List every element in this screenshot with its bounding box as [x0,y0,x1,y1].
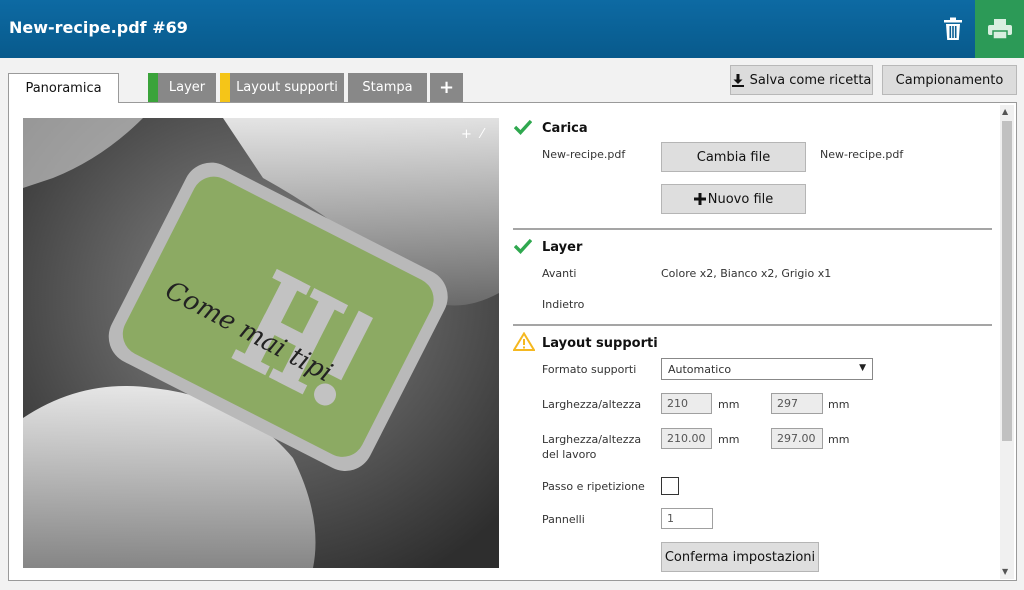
save-recipe-button[interactable]: Salva come ricetta [730,65,873,95]
front-value: Colore x2, Bianco x2, Grigio x1 [661,267,832,280]
tab-stampa[interactable]: Stampa [348,73,427,102]
step-repeat-checkbox[interactable] [661,477,679,495]
tab-status-stripe [148,73,158,102]
format-label: Formato supporti [542,363,637,376]
panels-field[interactable]: 1 [661,508,713,529]
job-preview[interactable]: Come mai tipi + ⁄ [23,118,499,568]
job-height-field[interactable]: 297.00 [771,428,823,449]
save-recipe-label: Salva come ricetta [749,72,872,88]
sampling-label: Campionamento [895,72,1004,88]
loaded-file-label: New-recipe.pdf [542,148,626,161]
window-title: New-recipe.pdf #69 [9,18,188,37]
tab-panoramica[interactable]: Panoramica [8,73,119,103]
layout-heading: Layout supporti [542,336,658,351]
front-label: Avanti [542,267,577,280]
printer-icon [987,19,1012,40]
trash-icon [943,17,962,40]
svg-text:+: + [461,127,472,142]
tab-status-stripe [220,73,230,102]
new-file-button[interactable]: Nuovo file [661,184,806,214]
add-tab-button[interactable]: + [430,73,463,102]
step-repeat-label: Passo e ripetizione [542,480,645,493]
delete-button[interactable] [930,0,975,58]
preview-image: Come mai tipi + ⁄ [23,118,499,568]
tab-label: Panoramica [25,81,102,96]
job-width-unit: mm [718,433,740,446]
confirm-settings-label: Conferma impostazioni [664,549,816,565]
carica-heading: Carica [542,121,588,136]
panels-label: Pannelli [542,513,585,526]
change-file-label: Cambia file [696,149,771,165]
check-icon [514,238,532,254]
scrollbar-thumb[interactable] [1002,121,1012,441]
plus-icon: + [438,77,455,98]
tab-label: Layer [168,80,206,95]
overview-panel: Come mai tipi + ⁄ Carica New-recipe.pdf … [8,102,1017,581]
height-unit: mm [828,398,850,411]
width-unit: mm [718,398,740,411]
back-label: Indietro [542,298,585,311]
width-field[interactable]: 210 [661,393,712,414]
loaded-file-value: New-recipe.pdf [820,148,904,161]
check-icon [514,119,532,135]
tab-layer[interactable]: Layer [148,73,216,102]
tab-label: Layout supporti [236,80,338,95]
confirm-settings-button[interactable]: Conferma impostazioni [661,542,819,572]
section-divider [513,228,992,230]
size-label: Larghezza/altezza [542,398,642,411]
change-file-button[interactable]: Cambia file [661,142,806,172]
tab-label: Stampa [362,80,413,95]
format-value: Automatico [668,362,732,376]
layer-heading: Layer [542,240,583,255]
job-size-label-line2: del lavoro [542,448,597,461]
print-button[interactable] [975,0,1024,58]
new-file-label: Nuovo file [707,191,774,207]
height-field[interactable]: 297 [771,393,823,414]
title-bar: New-recipe.pdf #69 [0,0,1024,58]
format-select[interactable]: Automatico ▼ [661,358,873,380]
plus-icon [693,193,706,205]
scroll-down-icon[interactable]: ▼ [1002,567,1008,576]
sampling-button[interactable]: Campionamento [882,65,1017,95]
section-divider [513,324,992,326]
scroll-up-icon[interactable]: ▲ [1002,107,1008,116]
vertical-scrollbar[interactable]: ▲ ▼ [1000,105,1014,579]
download-icon [731,73,744,87]
job-size-label-line1: Larghezza/altezza [542,433,642,446]
job-height-unit: mm [828,433,850,446]
warning-icon [513,332,535,351]
job-width-field[interactable]: 210.00 [661,428,712,449]
chevron-down-icon: ▼ [859,363,866,373]
tab-layout-supporti[interactable]: Layout supporti [220,73,344,102]
